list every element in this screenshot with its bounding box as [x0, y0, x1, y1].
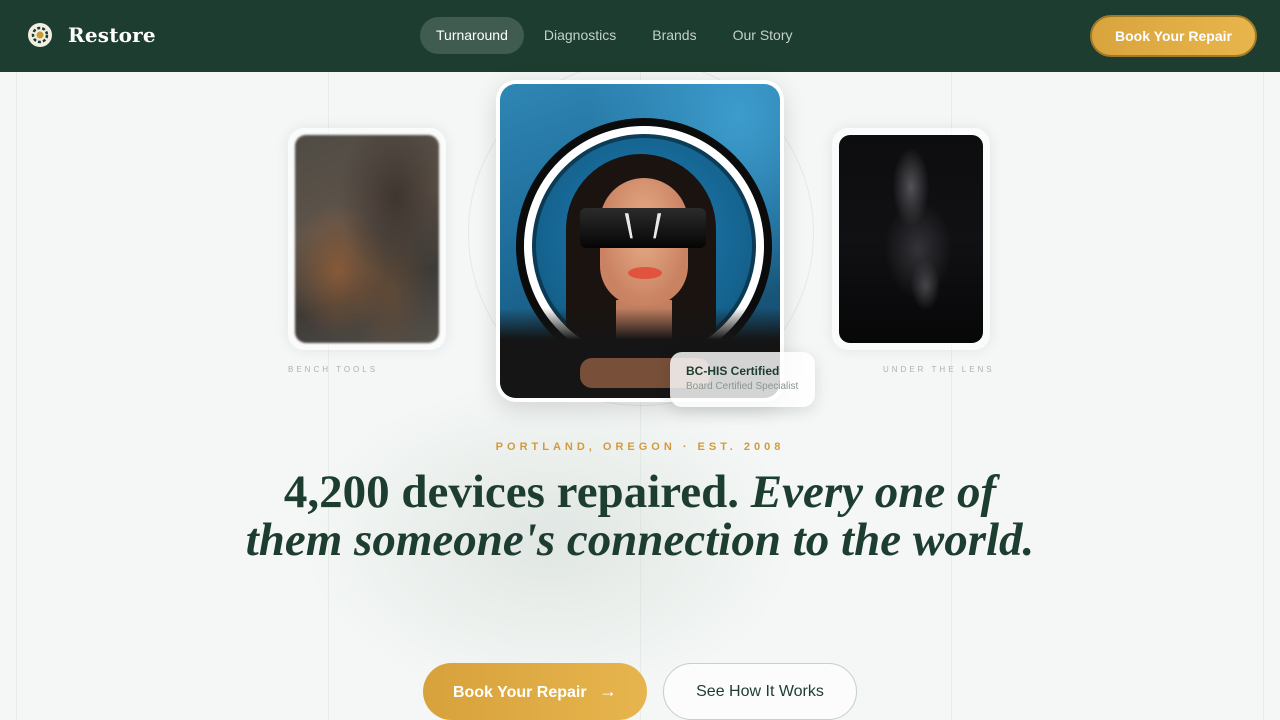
- arrow-right-icon: →: [599, 681, 618, 701]
- featured-portrait-image: [500, 84, 780, 398]
- decor-line: [16, 72, 17, 720]
- gallery-card-bench-tools[interactable]: [288, 128, 446, 350]
- decor-line: [1263, 72, 1264, 720]
- badge-title: BC-HIS Certified: [686, 364, 780, 378]
- book-repair-button[interactable]: Book Your Repair →: [423, 663, 647, 720]
- portrait-visor-mark: [624, 213, 662, 239]
- top-nav: Restore Turnaround Diagnostics Brands Ou…: [0, 0, 1280, 72]
- nav-link-turnaround[interactable]: Turnaround: [420, 17, 524, 54]
- bench-tools-caption: BENCH TOOLS: [288, 365, 379, 374]
- nav-link-diagnostics[interactable]: Diagnostics: [528, 17, 632, 54]
- brand-logo[interactable]: Restore: [28, 23, 156, 47]
- headline-bold: 4,200 devices repaired.: [283, 466, 740, 518]
- gallery-card-under-lens[interactable]: [832, 128, 990, 350]
- nav-link-our-story[interactable]: Our Story: [717, 17, 809, 54]
- hero-eyebrow: PORTLAND, OREGON · EST. 2008: [495, 441, 785, 453]
- book-repair-label: Book Your Repair: [452, 684, 587, 701]
- certification-badge: BC-HIS Certified Board Certified Special…: [670, 352, 815, 407]
- bench-tools-image: [295, 135, 439, 343]
- under-lens-caption: UNDER THE LENS: [883, 365, 995, 374]
- see-how-it-works-button[interactable]: See How It Works: [663, 663, 857, 720]
- nav-link-brands[interactable]: Brands: [636, 17, 712, 54]
- book-repair-nav-button[interactable]: Book Your Repair: [1090, 15, 1257, 57]
- logo-gear-icon: [28, 23, 52, 47]
- brand-name: Restore: [68, 23, 156, 47]
- badge-subtitle: Board Certified Specialist: [686, 381, 799, 392]
- main-nav: Turnaround Diagnostics Brands Our Story: [420, 17, 813, 54]
- hero-headline: 4,200 devices repaired. Every one of the…: [240, 468, 1040, 564]
- under-lens-image: [839, 135, 983, 343]
- portrait-lips: [628, 267, 662, 279]
